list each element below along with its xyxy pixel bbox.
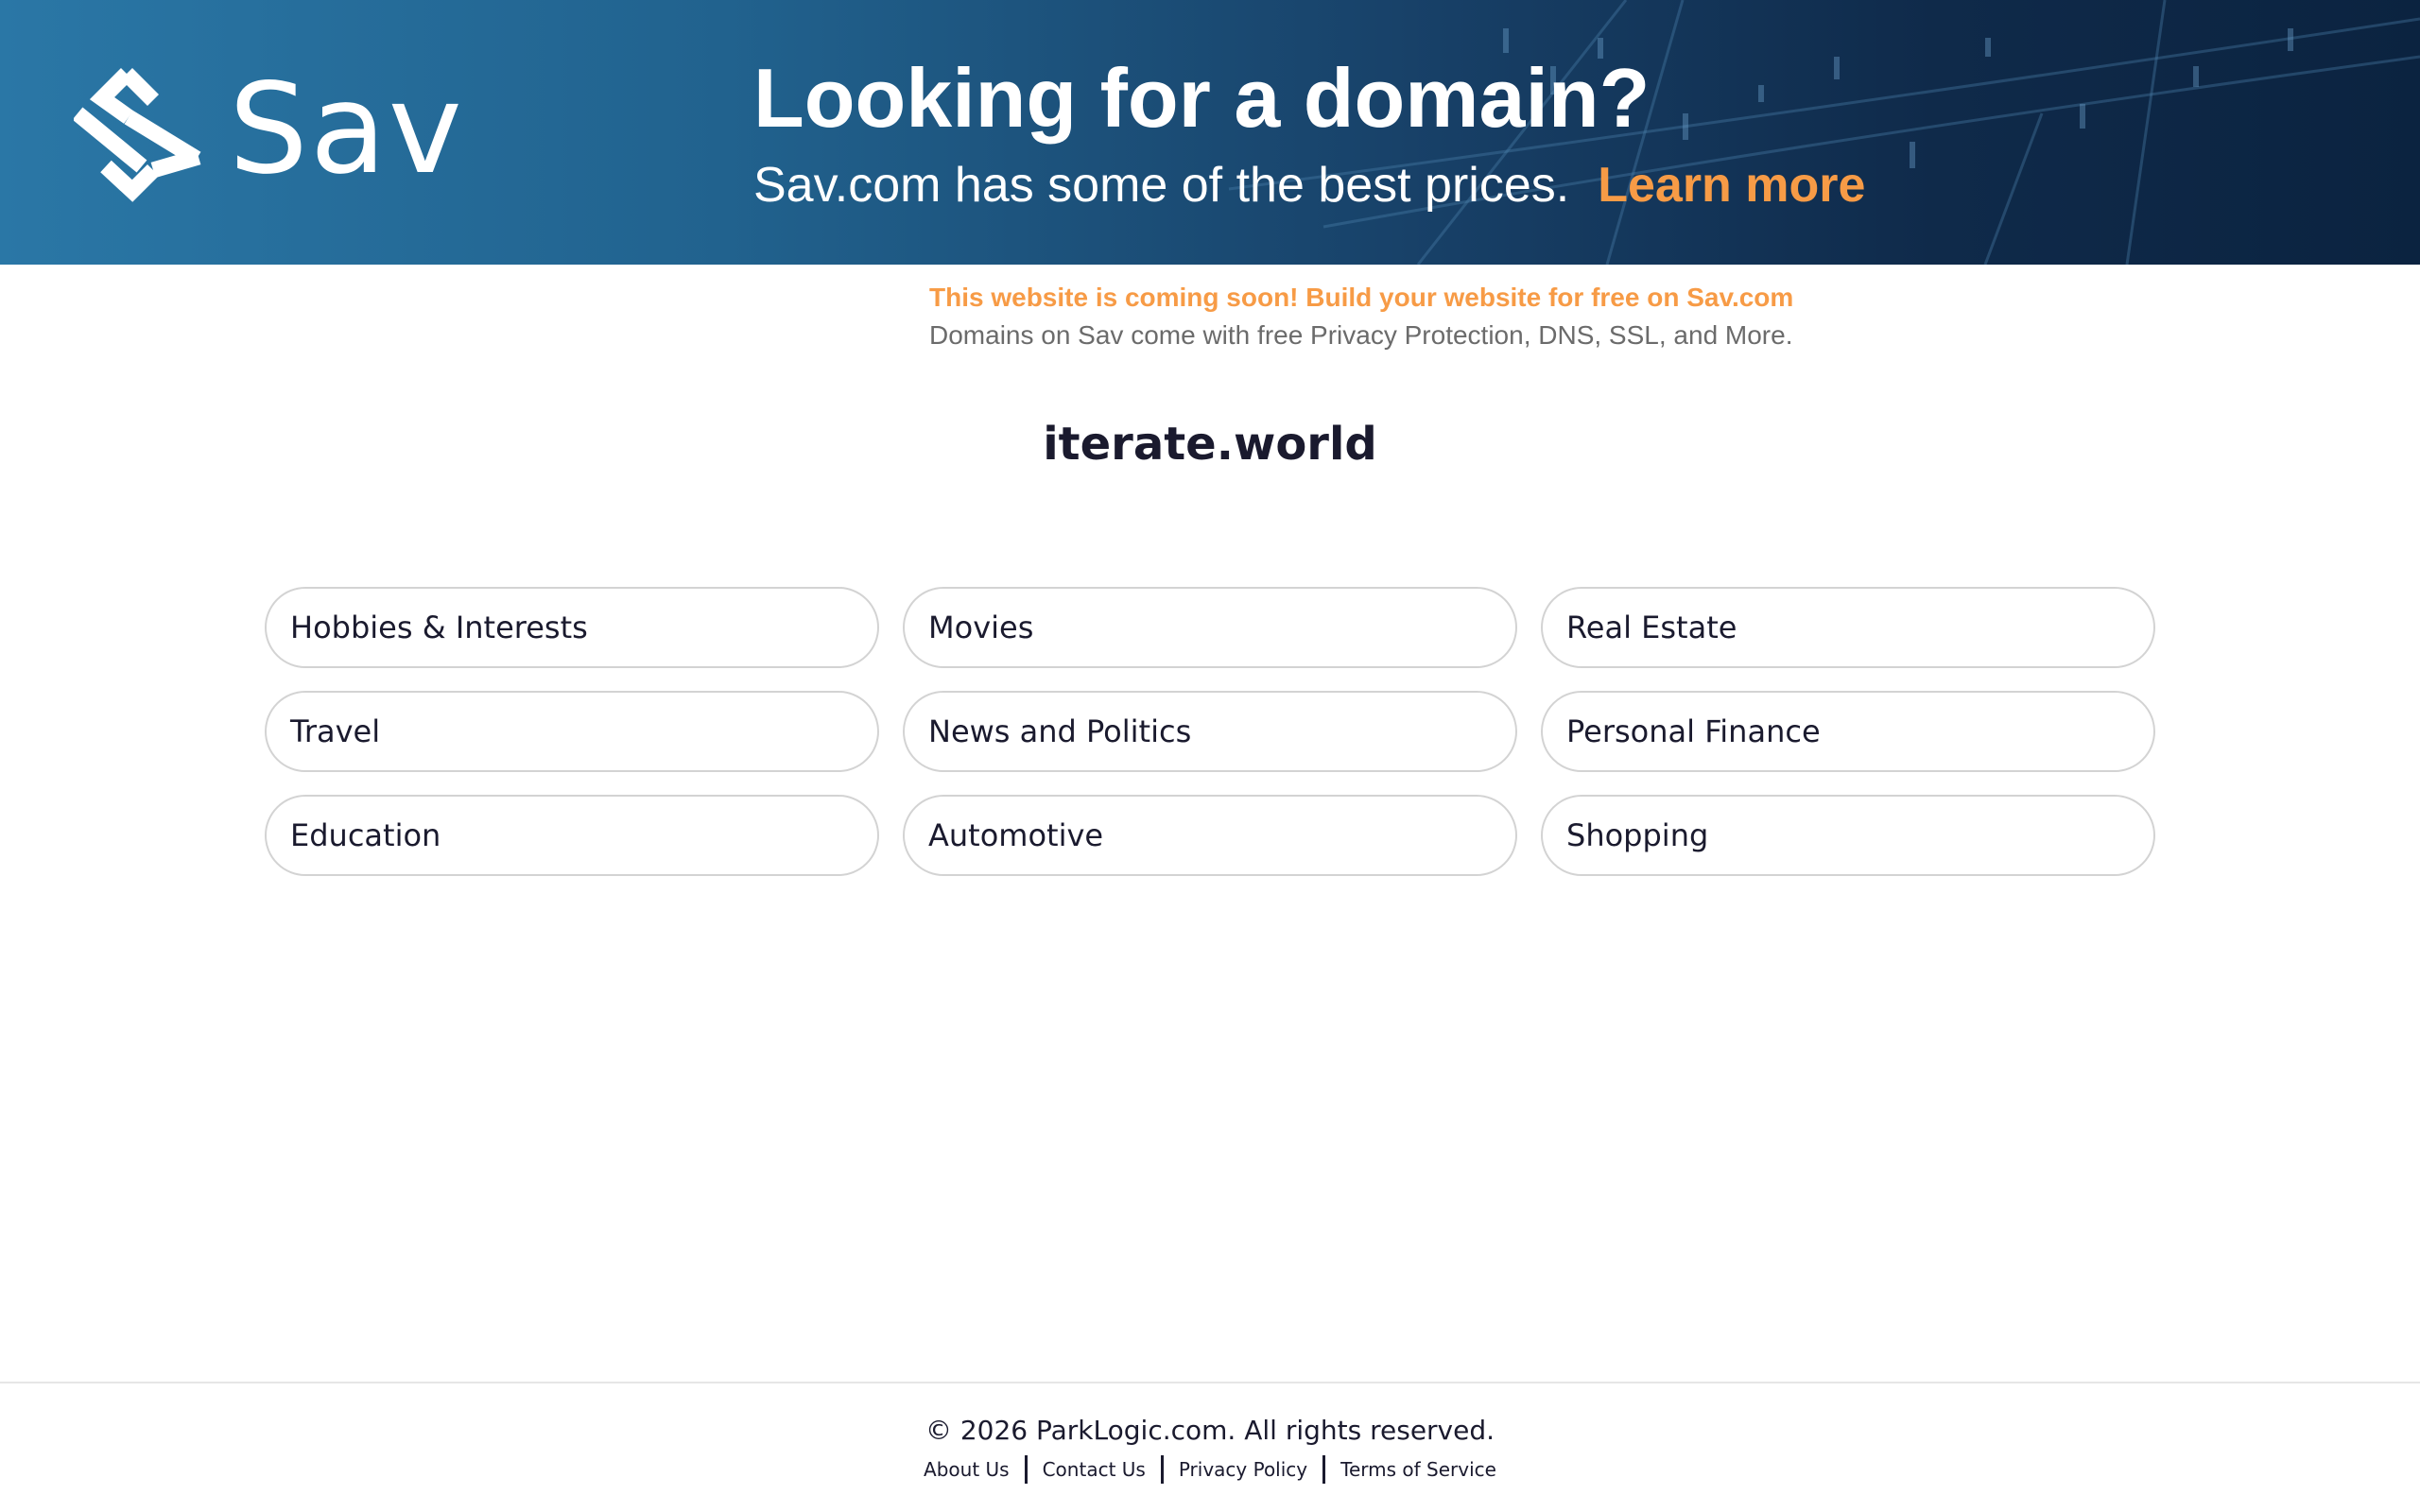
category-news-politics[interactable]: News and Politics — [903, 691, 1517, 772]
category-travel[interactable]: Travel — [265, 691, 879, 772]
category-hobbies-interests[interactable]: Hobbies & Interests — [265, 587, 879, 668]
category-shopping[interactable]: Shopping — [1541, 795, 2155, 876]
learn-more-link[interactable]: Learn more — [1598, 158, 1865, 213]
category-movies[interactable]: Movies — [903, 587, 1517, 668]
banner-headline: Looking for a domain? — [753, 51, 1651, 145]
category-education[interactable]: Education — [265, 795, 879, 876]
domain-name-title: iterate.world — [1043, 418, 1377, 471]
sav-logo-icon — [74, 67, 201, 202]
terms-of-service-link[interactable]: Terms of Service — [1325, 1453, 1512, 1486]
coming-soon-link[interactable]: This website is coming soon! Build your … — [929, 282, 1793, 314]
footer-divider — [0, 1382, 2420, 1383]
category-personal-finance[interactable]: Personal Finance — [1541, 691, 2155, 772]
banner-subline-text: Sav.com has some of the best prices. — [753, 158, 1570, 213]
banner-subline: Sav.com has some of the best prices. Lear… — [753, 155, 1865, 215]
footer-copyright: © 2026 ParkLogic.com. All rights reserve… — [925, 1415, 1495, 1446]
footer-links: About Us Contact Us Privacy Policy Terms… — [0, 1453, 2420, 1486]
sav-promo-banner[interactable]: Sav Looking for a domain? Sav.com has so… — [0, 0, 2420, 265]
features-text: Domains on Sav come with free Privacy Pr… — [929, 320, 1793, 350]
contact-us-link[interactable]: Contact Us — [1028, 1453, 1161, 1486]
category-automotive[interactable]: Automotive — [903, 795, 1517, 876]
about-us-link[interactable]: About Us — [908, 1453, 1025, 1486]
category-real-estate[interactable]: Real Estate — [1541, 587, 2155, 668]
sav-logo-text: Sav — [229, 57, 464, 202]
category-grid: Hobbies & Interests Movies Real Estate T… — [265, 587, 2155, 876]
privacy-policy-link[interactable]: Privacy Policy — [1164, 1453, 1322, 1486]
